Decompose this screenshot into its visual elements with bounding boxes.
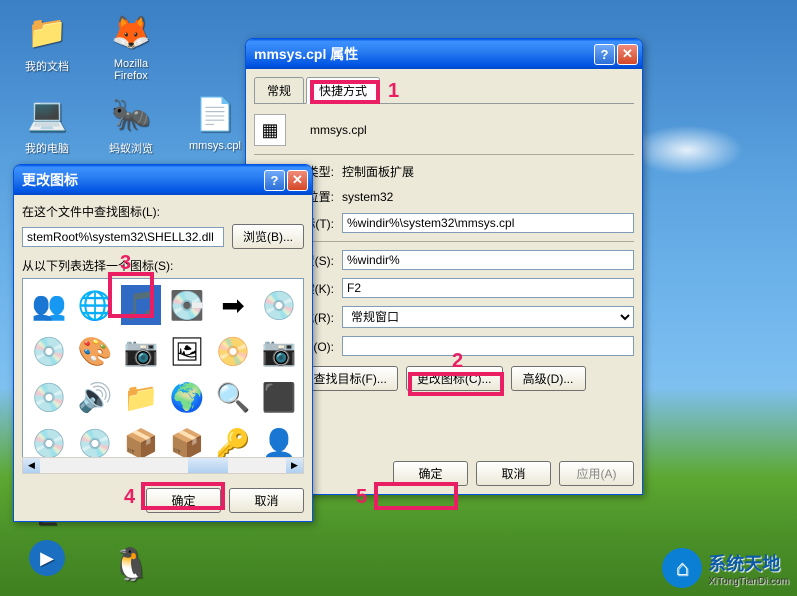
qq-icon: 🐧 (107, 540, 155, 588)
change-icon-titlebar[interactable]: 更改图标 ? ✕ (14, 165, 312, 195)
props-cancel-button[interactable]: 取消 (476, 461, 551, 486)
annotation-number-2: 2 (452, 350, 463, 373)
icon-path-input[interactable] (22, 227, 224, 247)
icon-option[interactable]: ⬛ (259, 377, 299, 417)
shortcut-key-input[interactable] (342, 278, 634, 298)
desktop-icon-label: 我的文档 (12, 58, 82, 74)
ant-icon: 🐜 (107, 90, 155, 138)
desktop-icon-label: 蚂蚁浏览 (96, 140, 166, 156)
annotation-number-3: 3 (120, 252, 131, 275)
advanced-button[interactable]: 高级(D)... (511, 366, 586, 391)
icon-ok-button[interactable]: 确定 (146, 488, 221, 513)
icon-option[interactable]: 📷 (259, 331, 299, 371)
change-icon-window: 更改图标 ? ✕ 在这个文件中查找图标(L): 浏览(B)... 从以下列表选择… (13, 164, 313, 522)
desktop-icon-pplive[interactable]: ▶ (12, 540, 82, 578)
file-icon: 📄 (191, 90, 239, 138)
icon-option[interactable]: 👤 (259, 423, 299, 458)
icon-option[interactable]: 📦 (167, 423, 207, 458)
watermark-logo-icon: ⌂ (662, 548, 702, 588)
tab-shortcut[interactable]: 快捷方式 (306, 77, 380, 104)
props-ok-button[interactable]: 确定 (393, 461, 468, 486)
annotation-number-5: 5 (356, 486, 367, 509)
properties-titlebar[interactable]: mmsys.cpl 属性 ? ✕ (246, 39, 642, 69)
annotation-number-4: 4 (124, 486, 135, 509)
icon-option[interactable]: 📷 (121, 331, 161, 371)
comment-input[interactable] (342, 336, 634, 356)
run-select[interactable]: 常规窗口 (342, 306, 634, 328)
change-icon-title: 更改图标 (22, 170, 262, 190)
pplive-icon: ▶ (29, 540, 65, 576)
icon-cancel-button[interactable]: 取消 (229, 488, 304, 513)
horizontal-scrollbar[interactable]: ◀ ▶ (22, 457, 304, 474)
scroll-right-icon[interactable]: ▶ (286, 458, 303, 473)
scroll-track[interactable] (40, 458, 286, 473)
annotation-number-1: 1 (388, 80, 399, 103)
desktop-icon-label: 我的电脑 (12, 140, 82, 156)
icon-option[interactable]: 💿 (29, 377, 69, 417)
icon-option[interactable]: 🖼 (167, 331, 207, 371)
help-button[interactable]: ? (594, 44, 615, 65)
watermark-sub: XiTongTianDi.com (708, 576, 789, 587)
close-button[interactable]: ✕ (287, 170, 308, 191)
type-value: 控制面板扩展 (342, 163, 414, 180)
icon-option[interactable]: 💿 (29, 423, 69, 458)
file-header-row: ▦ mmsys.cpl (254, 114, 634, 146)
scroll-thumb[interactable] (188, 458, 228, 473)
properties-tabs: 常规 快捷方式 (254, 77, 634, 104)
find-in-file-label: 在这个文件中查找图标(L): (22, 203, 304, 220)
icon-option[interactable]: 💿 (259, 285, 299, 325)
find-target-button[interactable]: 查找目标(F)... (303, 366, 398, 391)
firefox-icon: 🦊 (107, 8, 155, 56)
props-apply-button[interactable]: 应用(A) (559, 461, 634, 486)
icon-option[interactable]: 💿 (29, 331, 69, 371)
watermark: ⌂ 系统天地 XiTongTianDi.com (662, 548, 789, 588)
icon-option[interactable]: 📁 (121, 377, 161, 417)
icon-option[interactable]: 🎵 (121, 285, 161, 325)
icon-option[interactable]: 👥 (29, 285, 69, 325)
properties-title: mmsys.cpl 属性 (254, 44, 592, 64)
target-input[interactable] (342, 213, 634, 233)
desktop-icon-label: MozillaFirefox (96, 58, 166, 82)
icon-footer-row: 确定 取消 (22, 488, 304, 513)
select-icon-label: 从以下列表选择一个图标(S): (22, 257, 304, 274)
file-name-label: mmsys.cpl (310, 123, 367, 137)
icon-option[interactable]: ➡ (213, 285, 253, 325)
close-button[interactable]: ✕ (617, 44, 638, 65)
icon-option[interactable]: 🔑 (213, 423, 253, 458)
icon-option[interactable]: 🌍 (167, 377, 207, 417)
location-value: system32 (342, 190, 393, 204)
browse-button[interactable]: 浏览(B)... (232, 224, 304, 249)
startin-input[interactable] (342, 250, 634, 270)
icon-grid[interactable]: 👥🌐🎵💽➡💿💿🎨📷🖼📀📷💿🔊📁🌍🔍⬛💿💿📦📦🔑👤🌐❓💿💿📦📦 (22, 278, 304, 458)
desktop-icon-documents[interactable]: 📁 我的文档 (12, 8, 82, 74)
icon-option[interactable]: 🎨 (75, 331, 115, 371)
scroll-left-icon[interactable]: ◀ (23, 458, 40, 473)
desktop-icon-label: mmsys.cpl (180, 140, 250, 152)
icon-option[interactable]: 🔊 (75, 377, 115, 417)
change-icon-body: 在这个文件中查找图标(L): 浏览(B)... 从以下列表选择一个图标(S): … (14, 195, 312, 521)
icon-option[interactable]: 📦 (121, 423, 161, 458)
folder-icon: 📁 (23, 8, 71, 56)
help-button[interactable]: ? (264, 170, 285, 191)
computer-icon: 💻 (23, 90, 71, 138)
desktop-icon-mmsys[interactable]: 📄 mmsys.cpl (180, 90, 250, 152)
icon-option[interactable]: 💿 (75, 423, 115, 458)
tab-general[interactable]: 常规 (254, 77, 304, 103)
desktop-icon-qq[interactable]: 🐧 (96, 540, 166, 590)
desktop-icon-computer[interactable]: 💻 我的电脑 (12, 90, 82, 156)
desktop-icon-firefox[interactable]: 🦊 MozillaFirefox (96, 8, 166, 82)
icon-option[interactable]: 📀 (213, 331, 253, 371)
desktop-icon-ant[interactable]: 🐜 蚂蚁浏览 (96, 90, 166, 156)
icon-option[interactable]: 🔍 (213, 377, 253, 417)
file-type-icon: ▦ (254, 114, 286, 146)
icon-option[interactable]: 💽 (167, 285, 207, 325)
watermark-text: 系统天地 (708, 554, 780, 574)
icon-option[interactable]: 🌐 (75, 285, 115, 325)
